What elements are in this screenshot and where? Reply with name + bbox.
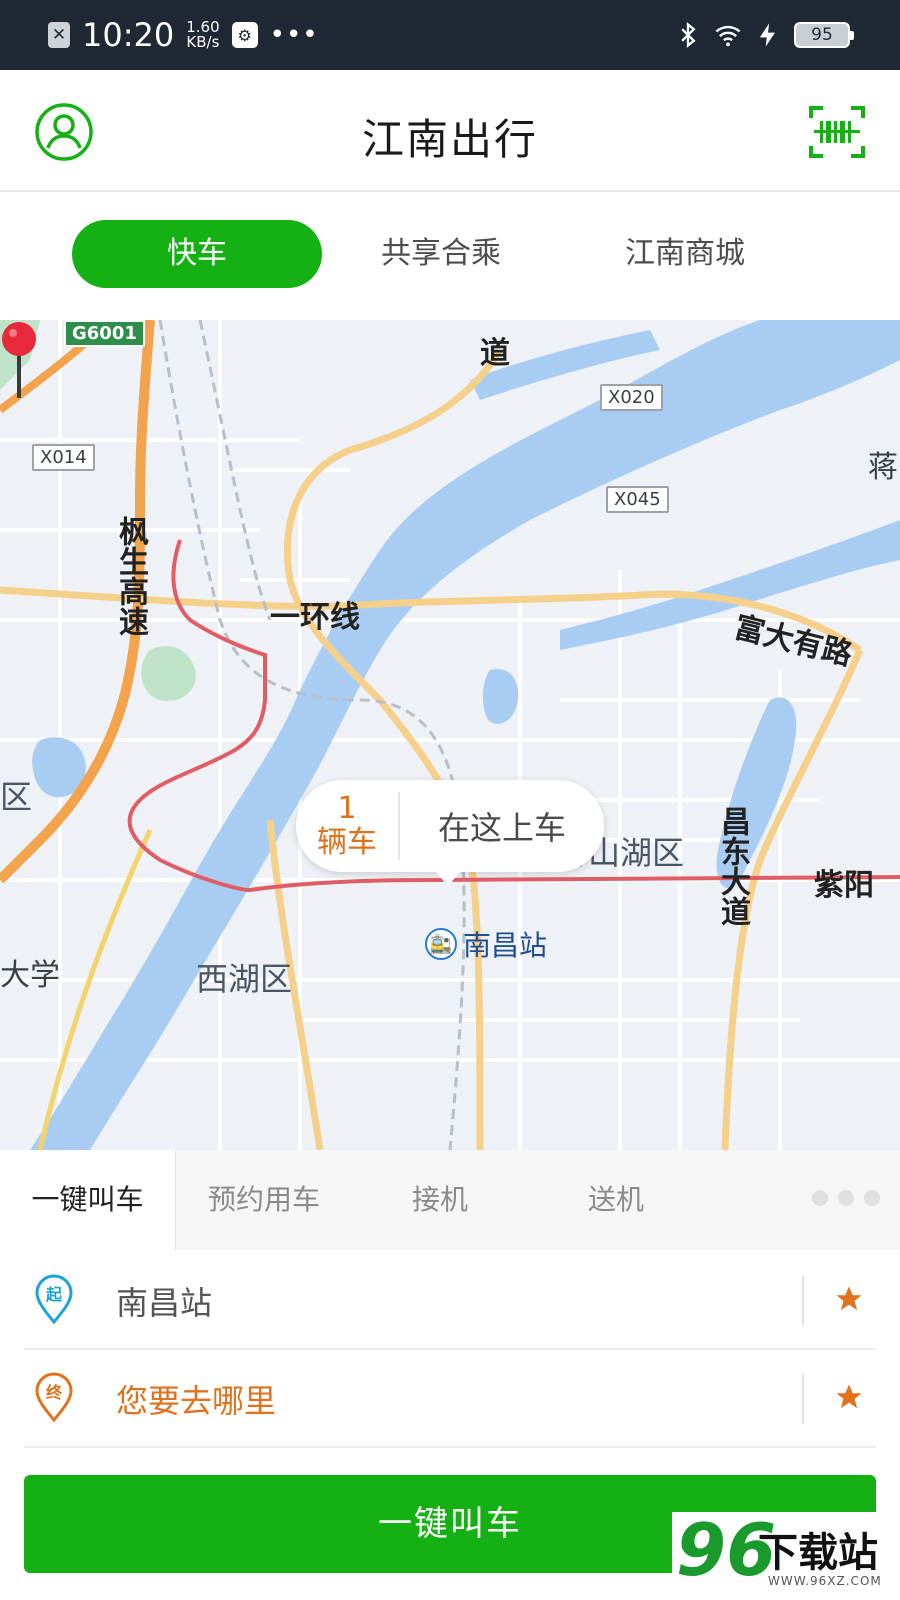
destination-input[interactable]: 您要去哪里: [116, 1376, 276, 1422]
tab-airport-dropoff[interactable]: 送机: [528, 1150, 704, 1250]
nearby-car-count: 1 辆车: [296, 792, 400, 860]
map-label-xihu: 西湖区: [196, 960, 293, 998]
start-badge-text: 起: [45, 1285, 63, 1304]
destination-row[interactable]: 终 您要去哪里: [24, 1348, 876, 1448]
map-label-changdong: 昌东大道: [715, 806, 750, 926]
start-location-value[interactable]: 南昌站: [116, 1278, 212, 1324]
station-marker[interactable]: 🚉 南昌站: [425, 924, 547, 964]
tab-reserve[interactable]: 预约用车: [176, 1150, 352, 1250]
map-label-qu-left: 区: [0, 778, 33, 816]
favorite-start-star-icon[interactable]: [834, 1284, 864, 1314]
location-pin-icon: [2, 322, 36, 398]
map-label-fengsheng: 枫生高速: [113, 516, 148, 636]
map-label-yihuanxian: 一环线: [270, 600, 360, 635]
more-notifications-icon: •••: [269, 20, 319, 50]
pickup-bubble[interactable]: 1 辆车 在这上车: [296, 780, 604, 886]
car-count-unit: 辆车: [317, 825, 377, 860]
road-shield-x045: X045: [606, 486, 669, 513]
map-label-dao: 道: [480, 336, 510, 371]
tab-mall[interactable]: 江南商城: [560, 220, 810, 288]
order-type-tabs: 一键叫车 预约用车 接机 送机: [0, 1150, 900, 1250]
end-marker-icon: 终: [35, 1372, 73, 1422]
road-shield-x020: X020: [600, 384, 663, 411]
service-tabs: 快车 共享合乘 江南商城: [0, 194, 900, 320]
tab-airport-pickup[interactable]: 接机: [352, 1150, 528, 1250]
train-station-icon: 🚉: [425, 928, 457, 960]
car-count-number: 1: [337, 791, 357, 826]
network-speed: 1.60 KB/s: [186, 20, 219, 50]
site-watermark-logo: 96 下载站 WWW.96XZ.COM: [672, 1508, 900, 1600]
map-label-ziyang: 紫阳: [814, 868, 874, 903]
scan-code-icon[interactable]: [808, 104, 866, 160]
map-canvas: [0, 320, 900, 1150]
more-tabs-icon[interactable]: [812, 1190, 880, 1206]
road-shield-g6001: G6001: [64, 320, 145, 347]
map-label-daxue: 大学: [0, 958, 60, 993]
wifi-icon: [715, 25, 741, 47]
status-bar: ✕ 10:20 1.60 KB/s ⚙ ••• 95: [0, 0, 900, 70]
app-header: 江南出行: [0, 70, 900, 192]
battery-level: 95: [811, 25, 833, 45]
status-time: 10:20: [82, 16, 175, 54]
battery-indicator: 95: [794, 22, 854, 48]
usb-debug-icon: ⚙: [231, 22, 258, 48]
bluetooth-icon: [681, 22, 696, 48]
tab-carpool[interactable]: 共享合乘: [316, 220, 566, 288]
map-label-edge-right: 蒋: [868, 450, 898, 485]
network-speed-unit: KB/s: [186, 33, 220, 51]
start-marker-icon: 起: [35, 1274, 73, 1324]
charging-icon: [759, 23, 775, 47]
favorite-end-star-icon[interactable]: [834, 1382, 864, 1412]
watermark-url: WWW.96XZ.COM: [768, 1574, 882, 1588]
end-divider: [802, 1374, 804, 1424]
start-location-row[interactable]: 起 南昌站: [24, 1250, 876, 1350]
map-view[interactable]: G6001 X014 X020 X045 道 枫生高速 一环线 富大有路 区 青…: [0, 320, 900, 1150]
road-shield-x014: X014: [32, 444, 95, 471]
end-badge-text: 终: [46, 1383, 63, 1402]
tab-express[interactable]: 快车: [72, 220, 322, 288]
start-divider: [802, 1276, 804, 1326]
page-title: 江南出行: [361, 115, 538, 164]
watermark-text: 下载站: [758, 1530, 878, 1576]
station-name: 南昌站: [463, 929, 548, 962]
tab-call-now[interactable]: 一键叫车: [0, 1150, 176, 1250]
board-here-label: 在这上车: [437, 809, 566, 847]
sim-disabled-icon: ✕: [48, 22, 70, 48]
